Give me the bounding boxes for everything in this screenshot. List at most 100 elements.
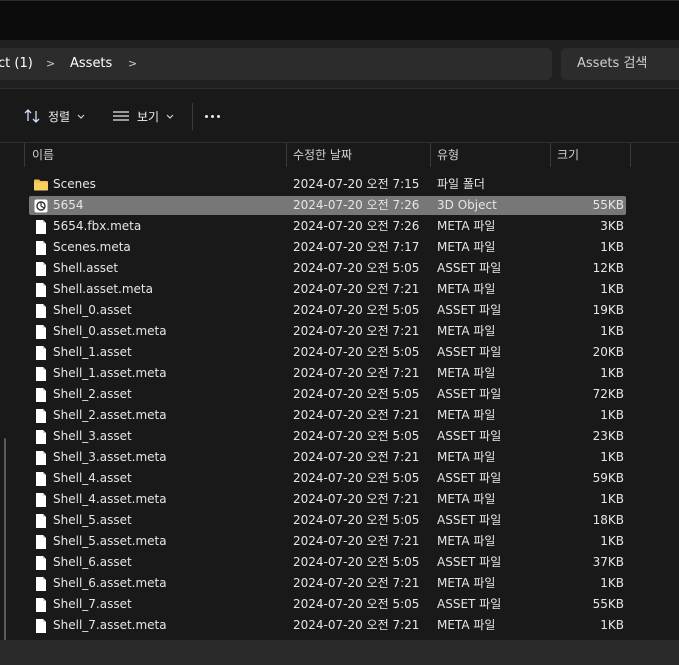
file-type: META 파일	[437, 618, 496, 632]
file-size: 1KB	[600, 324, 624, 338]
file-icon	[33, 303, 49, 319]
column-header-name[interactable]: 이름	[32, 143, 54, 167]
file-size: 55KB	[592, 198, 624, 212]
file-size: 3KB	[600, 219, 624, 233]
file-size: 1KB	[600, 240, 624, 254]
file-size: 1KB	[600, 618, 624, 632]
file-icon	[33, 324, 49, 340]
file-name: Shell_0.asset	[53, 303, 132, 317]
sort-button[interactable]: 정렬	[24, 101, 87, 131]
table-row[interactable]: Shell.asset.meta 2024-07-20 오전 7:21 META 파…	[0, 279, 679, 300]
file-type: 3D Object	[437, 198, 497, 212]
file-name: Shell_4.asset	[53, 471, 132, 485]
file-type: META 파일	[437, 366, 496, 380]
column-divider[interactable]	[430, 143, 431, 167]
file-type: ASSET 파일	[437, 597, 502, 611]
table-row[interactable]: 5654.fbx.meta 2024-07-20 오전 7:26 META 파일 3K…	[0, 216, 679, 237]
file-date: 2024-07-20 오전 7:21	[293, 492, 420, 506]
file-name: Shell.asset.meta	[53, 282, 153, 296]
table-row[interactable]: Shell_3.asset.meta 2024-07-20 오전 7:21 META…	[0, 447, 679, 468]
file-icon	[33, 534, 49, 550]
search-input[interactable]: Assets 검색	[561, 48, 679, 80]
file-type: META 파일	[437, 240, 496, 254]
file-name: Shell_5.asset.meta	[53, 534, 167, 548]
file-icon	[33, 450, 49, 466]
table-row[interactable]: Shell.asset 2024-07-20 오전 5:05 ASSET 파일 12K…	[0, 258, 679, 279]
address-bar: ct (1) > Assets > Assets 검색	[0, 40, 679, 88]
file-name: Shell_7.asset.meta	[53, 618, 167, 632]
table-row[interactable]: Shell_0.asset 2024-07-20 오전 5:05 ASSET 파일 1…	[0, 300, 679, 321]
file-icon	[33, 513, 49, 529]
column-divider[interactable]	[24, 143, 25, 167]
view-button[interactable]: 보기	[112, 101, 176, 131]
table-row[interactable]: Shell_1.asset 2024-07-20 오전 5:05 ASSET 파일 2…	[0, 342, 679, 363]
table-row[interactable]: Shell_3.asset 2024-07-20 오전 5:05 ASSET 파일 2…	[0, 426, 679, 447]
sort-icon	[24, 109, 40, 123]
column-header-type[interactable]: 유형	[437, 143, 459, 167]
column-header-size[interactable]: 크기	[557, 143, 579, 167]
file-name: Shell_1.asset.meta	[53, 366, 167, 380]
breadcrumb-item-assets[interactable]: Assets	[70, 48, 112, 80]
file-name: Shell_6.asset	[53, 555, 132, 569]
file-name: Shell_5.asset	[53, 513, 132, 527]
file-icon	[33, 240, 49, 256]
file-icon	[33, 555, 49, 571]
chevron-down-icon	[77, 114, 85, 119]
chevron-down-icon	[166, 114, 174, 119]
more-options-icon[interactable]	[205, 101, 223, 131]
table-row[interactable]: Shell_2.asset 2024-07-20 오전 5:05 ASSET 파일 7…	[0, 384, 679, 405]
file-date: 2024-07-20 오전 7:21	[293, 534, 420, 548]
file-size: 72KB	[592, 387, 624, 401]
column-divider[interactable]	[550, 143, 551, 167]
toolbar-divider	[192, 103, 193, 130]
table-row[interactable]: Shell_4.asset.meta 2024-07-20 오전 7:21 META…	[0, 489, 679, 510]
file-name: Shell_2.asset	[53, 387, 132, 401]
file-icon	[33, 471, 49, 487]
table-row[interactable]: Shell_4.asset 2024-07-20 오전 5:05 ASSET 파일 5…	[0, 468, 679, 489]
chevron-right-icon[interactable]: >	[128, 48, 137, 80]
table-row[interactable]: Scenes.meta 2024-07-20 오전 7:17 META 파일 1KB	[0, 237, 679, 258]
column-divider[interactable]	[286, 143, 287, 167]
file-type: ASSET 파일	[437, 387, 502, 401]
file-icon	[33, 366, 49, 382]
file-rows: Scenes 2024-07-20 오전 7:15 파일 폴더 5654 2024-07…	[0, 174, 679, 636]
file-icon	[33, 345, 49, 361]
table-row[interactable]: 5654 2024-07-20 오전 7:26 3D Object 55KB	[0, 195, 679, 216]
file-type: META 파일	[437, 576, 496, 590]
file-icon	[33, 261, 49, 277]
file-date: 2024-07-20 오전 7:21	[293, 366, 420, 380]
file-icon	[33, 408, 49, 424]
file-date: 2024-07-20 오전 5:05	[293, 513, 420, 527]
table-row[interactable]: Shell_1.asset.meta 2024-07-20 오전 7:21 META…	[0, 363, 679, 384]
table-row[interactable]: Shell_5.asset 2024-07-20 오전 5:05 ASSET 파일 1…	[0, 510, 679, 531]
table-row[interactable]: Shell_7.asset.meta 2024-07-20 오전 7:21 META…	[0, 615, 679, 636]
file-name: Scenes	[53, 177, 96, 191]
table-row[interactable]: Scenes 2024-07-20 오전 7:15 파일 폴더	[0, 174, 679, 195]
status-bar	[0, 640, 679, 665]
table-row[interactable]: Shell_7.asset 2024-07-20 오전 5:05 ASSET 파일 5…	[0, 594, 679, 615]
breadcrumb[interactable]: ct (1) > Assets >	[0, 48, 552, 80]
file-name: Shell_7.asset	[53, 597, 132, 611]
file-size: 55KB	[592, 597, 624, 611]
chevron-right-icon[interactable]: >	[46, 48, 55, 80]
file-type: ASSET 파일	[437, 513, 502, 527]
table-row[interactable]: Shell_2.asset.meta 2024-07-20 오전 7:21 META…	[0, 405, 679, 426]
file-size: 18KB	[592, 513, 624, 527]
table-row[interactable]: Shell_5.asset.meta 2024-07-20 오전 7:21 META…	[0, 531, 679, 552]
file-name: Shell_3.asset	[53, 429, 132, 443]
file-type: ASSET 파일	[437, 429, 502, 443]
sort-label: 정렬	[48, 109, 71, 124]
table-row[interactable]: Shell_6.asset 2024-07-20 오전 5:05 ASSET 파일 3…	[0, 552, 679, 573]
table-row[interactable]: Shell_0.asset.meta 2024-07-20 오전 7:21 META…	[0, 321, 679, 342]
file-type: META 파일	[437, 282, 496, 296]
file-size: 59KB	[592, 471, 624, 485]
table-row[interactable]: Shell_6.asset.meta 2024-07-20 오전 7:21 META…	[0, 573, 679, 594]
file-date: 2024-07-20 오전 7:26	[293, 219, 420, 233]
file-name: Shell_4.asset.meta	[53, 492, 167, 506]
file-size: 1KB	[600, 450, 624, 464]
column-divider[interactable]	[630, 143, 631, 167]
column-header-date[interactable]: 수정한 날짜	[293, 143, 352, 167]
file-date: 2024-07-20 오전 7:26	[293, 198, 420, 212]
file-size: 12KB	[592, 261, 624, 275]
breadcrumb-item-parent[interactable]: ct (1)	[0, 48, 33, 80]
